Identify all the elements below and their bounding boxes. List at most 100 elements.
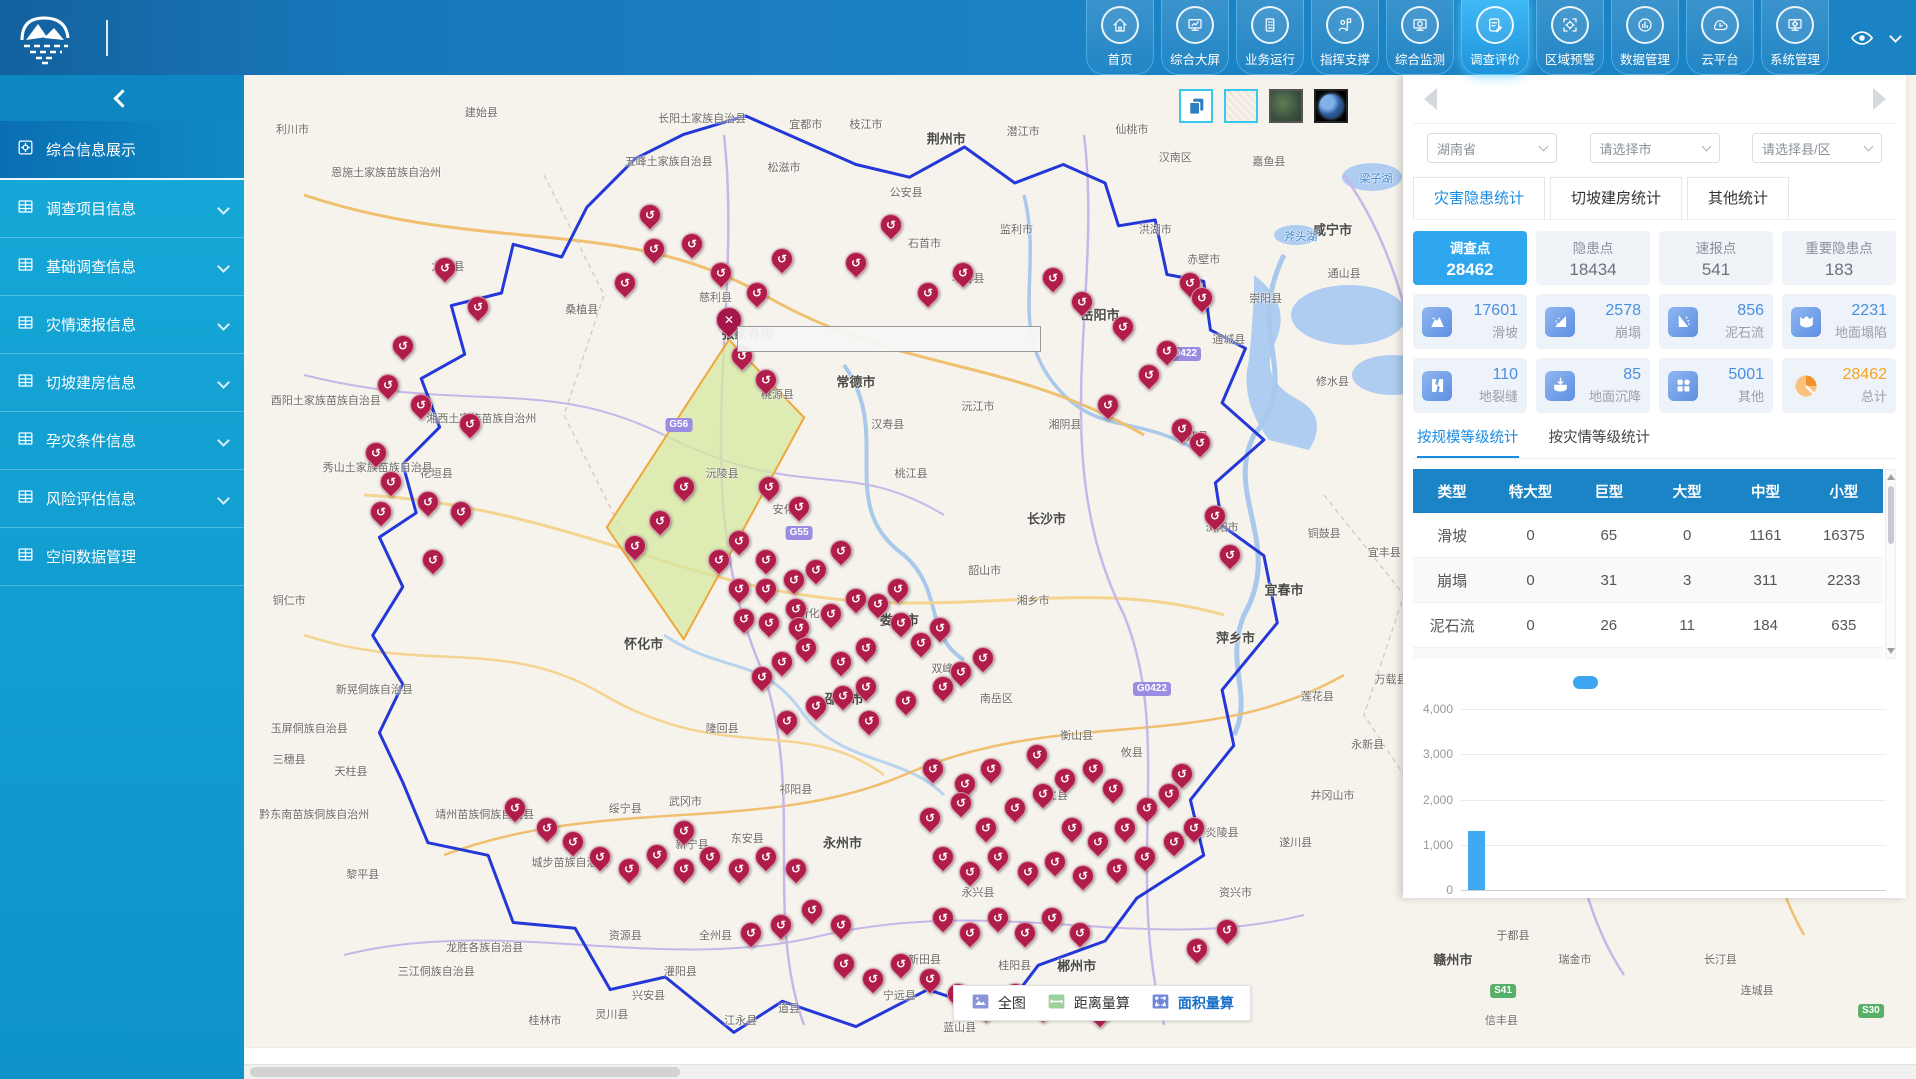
nav-item-5[interactable]: 综合监测: [1386, 0, 1454, 75]
hazard-marker[interactable]: ↺: [830, 540, 852, 562]
hazard-marker[interactable]: ↺: [1216, 919, 1238, 941]
hazard-marker[interactable]: ↺: [922, 758, 944, 780]
measure-面积量算[interactable]: 面积量算: [1150, 991, 1234, 1015]
hazard-marker[interactable]: ↺: [929, 617, 951, 639]
hazard-marker[interactable]: ↺: [855, 637, 877, 659]
summary-card-3[interactable]: 速报点541: [1659, 231, 1773, 285]
refresh-icon[interactable]: [1849, 672, 1865, 693]
hazard-marker[interactable]: ↺: [952, 262, 974, 284]
sidebar-item-2[interactable]: 调查项目信息: [0, 180, 244, 238]
hazard-marker[interactable]: ↺: [699, 846, 721, 868]
hazard-marker[interactable]: ↺: [890, 953, 912, 975]
hazard-marker[interactable]: ↺: [771, 248, 793, 270]
hazard-marker[interactable]: ↺: [1189, 432, 1211, 454]
type-card-滑坡[interactable]: 17601滑坡: [1413, 294, 1527, 349]
hazard-marker[interactable]: ↺: [1054, 768, 1076, 790]
hazard-marker[interactable]: ↺: [1138, 364, 1160, 386]
type-card-泥石流[interactable]: 856泥石流: [1659, 294, 1773, 349]
hazard-marker[interactable]: ↺: [830, 651, 852, 673]
hazard-marker[interactable]: ↺: [1158, 783, 1180, 805]
table-row[interactable]: 崩塌03133112233: [1413, 558, 1883, 603]
hazard-marker[interactable]: ↺: [1071, 291, 1093, 313]
hazard-marker[interactable]: ↺: [410, 394, 432, 416]
hazard-marker[interactable]: ↺: [422, 549, 444, 571]
hazard-marker[interactable]: ↺: [887, 578, 909, 600]
hazard-marker[interactable]: ↺: [755, 578, 777, 600]
hazard-marker[interactable]: ↺: [710, 262, 732, 284]
table-scrollbar[interactable]: [1885, 469, 1896, 659]
hazard-marker[interactable]: ↺: [536, 817, 558, 839]
hazard-marker[interactable]: ↺: [1004, 797, 1026, 819]
hazard-marker[interactable]: ↺: [740, 922, 762, 944]
hazard-marker[interactable]: ↺: [1163, 831, 1185, 853]
table-row[interactable]: 地面塌陷07504041752: [1413, 648, 1883, 660]
type-card-地裂缝[interactable]: 110地裂缝: [1413, 358, 1527, 413]
region-select-1[interactable]: 湖南省: [1427, 133, 1557, 163]
download-icon[interactable]: [1878, 672, 1894, 693]
hazard-marker[interactable]: ↺: [728, 858, 750, 880]
hazard-marker[interactable]: ↺: [1072, 865, 1094, 887]
hazard-marker[interactable]: ↺: [833, 953, 855, 975]
year-next-button[interactable]: [1873, 88, 1886, 110]
hazard-marker[interactable]: ↺: [795, 637, 817, 659]
hazard-marker[interactable]: ↺: [1041, 907, 1063, 929]
sidebar-item-3[interactable]: 基础调查信息: [0, 238, 244, 296]
hazard-marker[interactable]: ↺: [624, 535, 646, 557]
hazard-marker[interactable]: ↺: [467, 296, 489, 318]
hazard-marker[interactable]: ↺: [1097, 394, 1119, 416]
layer-button-satellite-thumb[interactable]: [1269, 89, 1303, 123]
hazard-marker[interactable]: ↺: [1069, 922, 1091, 944]
sidebar-item-6[interactable]: 孕灾条件信息: [0, 412, 244, 470]
hazard-marker[interactable]: ↺: [820, 603, 842, 625]
measure-距离量算[interactable]: 距离量算: [1046, 991, 1130, 1015]
hazard-marker[interactable]: ↺: [758, 476, 780, 498]
hazard-marker[interactable]: ↺: [776, 710, 798, 732]
hazard-marker[interactable]: ↺: [1042, 267, 1064, 289]
hazard-marker[interactable]: ↺: [783, 569, 805, 591]
hazard-marker[interactable]: ↺: [950, 661, 972, 683]
hazard-marker[interactable]: ↺: [755, 369, 777, 391]
hazard-marker[interactable]: ↺: [785, 858, 807, 880]
hazard-marker[interactable]: ↺: [919, 968, 941, 990]
hazard-marker[interactable]: ↺: [890, 612, 912, 634]
hazard-marker[interactable]: ↺: [1136, 797, 1158, 819]
hazard-marker[interactable]: ↺: [673, 820, 695, 842]
type-card-地面沉降[interactable]: 85地面沉降: [1536, 358, 1650, 413]
hazard-marker[interactable]: ↺: [417, 491, 439, 513]
hazard-marker[interactable]: ↺: [895, 690, 917, 712]
hazard-marker[interactable]: ↺: [639, 204, 661, 226]
nav-item-9[interactable]: 云平台: [1686, 0, 1754, 75]
hazard-marker[interactable]: ↺: [755, 549, 777, 571]
hazard-marker[interactable]: ↺: [1102, 778, 1124, 800]
hazard-marker[interactable]: ↺: [867, 593, 889, 615]
hazard-marker[interactable]: ↺: [1219, 544, 1241, 566]
tab-3[interactable]: 其他统计: [1687, 177, 1789, 219]
subtab-1[interactable]: 按规模等级统计: [1417, 426, 1519, 458]
nav-item-10[interactable]: 系统管理: [1761, 0, 1829, 75]
sidebar-item-7[interactable]: 风险评估信息: [0, 470, 244, 528]
year-prev-button[interactable]: [1424, 88, 1437, 110]
region-select-3[interactable]: 请选择县/区: [1752, 133, 1882, 163]
hazard-marker[interactable]: ↺: [932, 846, 954, 868]
layer-button-layers-icon[interactable]: [1179, 89, 1213, 123]
sidebar-item-5[interactable]: 切坡建房信息: [0, 354, 244, 412]
hazard-marker[interactable]: ↺: [733, 608, 755, 630]
hazard-marker[interactable]: ↺: [770, 914, 792, 936]
nav-item-8[interactable]: 数据管理: [1611, 0, 1679, 75]
hazard-marker[interactable]: ↺: [618, 858, 640, 880]
hazard-marker[interactable]: ↺: [959, 861, 981, 883]
hazard-marker[interactable]: ↺: [1087, 831, 1109, 853]
hazard-marker[interactable]: ↺: [504, 797, 526, 819]
hazard-marker[interactable]: ↺: [365, 442, 387, 464]
nav-item-7[interactable]: 区域预警: [1536, 0, 1604, 75]
nav-item-2[interactable]: 综合大屏: [1161, 0, 1229, 75]
hazard-marker[interactable]: ↺: [1191, 287, 1213, 309]
nav-item-1[interactable]: 首页: [1086, 0, 1154, 75]
tab-2[interactable]: 切坡建房统计: [1550, 177, 1682, 219]
hazard-marker[interactable]: ↺: [746, 282, 768, 304]
hazard-marker[interactable]: ↺: [972, 647, 994, 669]
hazard-marker[interactable]: ↺: [1183, 817, 1205, 839]
tab-1[interactable]: 灾害隐患统计: [1413, 177, 1545, 219]
hazard-marker[interactable]: ↺: [980, 758, 1002, 780]
hazard-marker[interactable]: ↺: [950, 792, 972, 814]
